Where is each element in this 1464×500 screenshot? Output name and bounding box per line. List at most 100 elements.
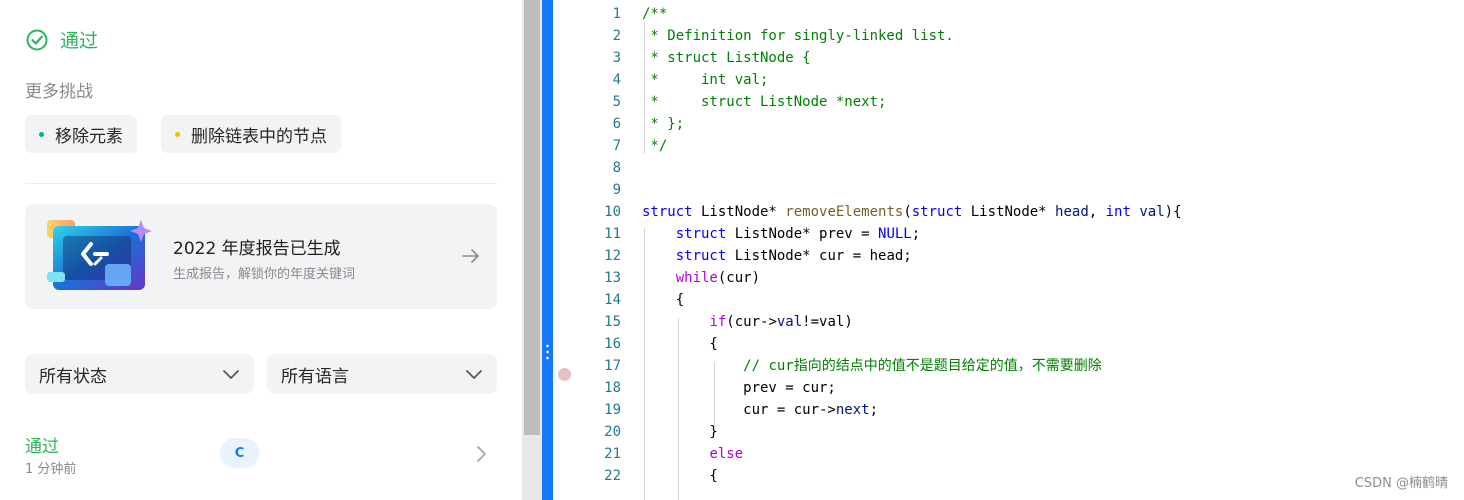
code-line[interactable]: 14 {	[553, 289, 1464, 311]
code-line[interactable]: 18 prev = cur;	[553, 377, 1464, 399]
code-text: while(cur)	[642, 267, 760, 289]
line-number: 1	[612, 6, 621, 22]
code-text: struct ListNode* removeElements(struct L…	[642, 201, 1182, 223]
code-token: (	[903, 204, 912, 220]
code-token: val	[776, 314, 803, 330]
code-token: /**	[642, 6, 668, 22]
code-line[interactable]: 21 else	[553, 443, 1464, 465]
code-line[interactable]: 10 struct ListNode* removeElements(struct…	[553, 201, 1464, 223]
code-token: struct	[675, 226, 727, 242]
code-text: struct ListNode* cur = head;	[642, 245, 912, 267]
panel-splitter[interactable]	[542, 0, 553, 500]
line-number: 17	[604, 358, 621, 374]
check-circle-icon	[26, 29, 48, 50]
code-token: (cur)	[717, 270, 761, 286]
line-number: 3	[612, 50, 621, 66]
line-number: 13	[604, 270, 621, 286]
code-token: {	[642, 292, 685, 308]
line-number: 15	[604, 314, 621, 330]
line-number: 20	[604, 424, 621, 440]
report-title: 2022 年度报告已生成	[173, 239, 341, 259]
divider	[25, 183, 497, 184]
status-filter-select[interactable]: 所有状态	[25, 354, 254, 394]
code-token: * int val;	[642, 72, 769, 88]
code-text: if(cur->val!=val)	[642, 311, 853, 333]
code-text: {	[642, 465, 718, 487]
scrollbar-thumb[interactable]	[524, 0, 540, 435]
code-line[interactable]: 7 */	[553, 135, 1464, 157]
code-token: ListNode* cur = head;	[726, 248, 912, 264]
code-line[interactable]: 11 struct ListNode* prev = NULL;	[553, 223, 1464, 245]
code-token: {	[642, 336, 718, 352]
line-number: 5	[612, 94, 621, 110]
report-illustration-icon	[47, 220, 152, 290]
code-token: ListNode* prev =	[726, 226, 879, 242]
chevron-right-icon	[477, 446, 486, 462]
code-line[interactable]: 20 }	[553, 421, 1464, 443]
code-line[interactable]: 9	[553, 179, 1464, 201]
line-number: 11	[604, 226, 621, 242]
line-number: 21	[604, 446, 621, 462]
code-token: prev = cur;	[642, 380, 836, 396]
drag-handle-icon[interactable]	[546, 343, 549, 361]
code-text: {	[642, 289, 684, 311]
code-line[interactable]: 8	[553, 157, 1464, 179]
challenge-label: 删除链表中的节点	[191, 126, 327, 147]
code-text: * struct ListNode {	[642, 47, 811, 69]
code-text: cur = cur->next;	[642, 399, 878, 421]
code-line[interactable]: 12 struct ListNode* cur = head;	[553, 245, 1464, 267]
code-line[interactable]: 16 {	[553, 333, 1464, 355]
code-token: !=val)	[802, 314, 853, 330]
language-badge: C	[220, 438, 259, 468]
code-text: * int val;	[642, 69, 768, 91]
code-token: ;	[869, 402, 879, 418]
code-token: removeElements	[785, 204, 904, 220]
challenge-chip-delete-node[interactable]: 删除链表中的节点	[161, 115, 341, 153]
code-line[interactable]: 4 * int val;	[553, 69, 1464, 91]
code-line[interactable]: 17 // cur指向的结点中的值不是题目给定的值，不需要删除	[553, 355, 1464, 377]
annual-report-card[interactable]: 2022 年度报告已生成 生成报告，解锁你的年度关键词	[25, 204, 497, 309]
code-line[interactable]: 19 cur = cur->next;	[553, 399, 1464, 421]
line-number: 2	[612, 28, 621, 44]
code-token: */	[642, 138, 668, 154]
line-number: 22	[604, 468, 621, 484]
code-editor[interactable]: 1 /** 2 * Definition for singly-linked lis…	[553, 0, 1464, 500]
code-token: * struct ListNode {	[642, 50, 811, 66]
report-subtitle: 生成报告，解锁你的年度关键词	[173, 267, 356, 282]
code-line[interactable]: 22 {	[553, 465, 1464, 487]
result-status: 通过	[25, 26, 98, 53]
code-token: struct	[642, 204, 693, 220]
language-filter-value: 所有语言	[281, 366, 349, 387]
code-line[interactable]: 6 * };	[553, 113, 1464, 135]
code-line[interactable]: 15 if(cur->val!=val)	[553, 311, 1464, 333]
code-token: struct	[911, 204, 963, 220]
code-line[interactable]: 2 * Definition for singly-linked list.	[553, 25, 1464, 47]
line-number: 6	[612, 116, 621, 132]
code-token: int	[1105, 204, 1131, 220]
code-line[interactable]: 5 * struct ListNode *next;	[553, 91, 1464, 113]
code-token: struct	[675, 248, 727, 264]
line-number: 7	[612, 138, 621, 154]
code-token: ListNode*	[692, 204, 786, 220]
code-line[interactable]: 1 /**	[553, 3, 1464, 25]
line-number: 9	[612, 182, 621, 198]
code-line[interactable]: 13 while(cur)	[553, 267, 1464, 289]
challenge-chip-remove-element[interactable]: 移除元素	[25, 115, 137, 153]
code-token: // cur指向的结点中的值不是题目给定的值，不需要删除	[743, 358, 1102, 374]
code-token: cur = cur->	[642, 402, 836, 418]
line-number: 14	[604, 292, 621, 308]
line-number: 10	[604, 204, 621, 220]
chevron-down-icon	[223, 370, 239, 379]
code-token: * };	[642, 116, 685, 132]
language-filter-select[interactable]: 所有语言	[267, 354, 497, 394]
code-line[interactable]: 3 * struct ListNode {	[553, 47, 1464, 69]
code-token: else	[709, 446, 744, 462]
code-token: NULL	[878, 226, 912, 242]
left-panel-scrollbar[interactable]	[522, 0, 542, 500]
code-token: val	[1139, 204, 1165, 220]
code-token: {	[642, 468, 718, 484]
difficulty-dot-icon	[175, 131, 180, 137]
code-token: ;	[911, 226, 921, 242]
